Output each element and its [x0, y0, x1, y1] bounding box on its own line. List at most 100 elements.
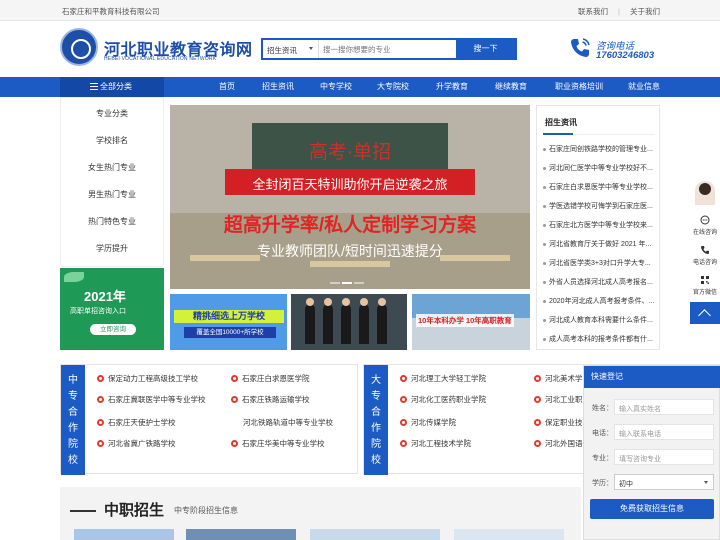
menu-icon [90, 83, 98, 90]
school-link[interactable]: 河北工业职 [534, 394, 583, 405]
school-photo[interactable] [454, 529, 564, 540]
news-item[interactable]: 外省人员选择河北成人高考报名... [543, 277, 657, 287]
bullet-icon [543, 337, 546, 341]
chat-icon [700, 215, 710, 225]
news-item[interactable]: 成人高考本科的报考条件都有什... [543, 334, 657, 344]
about-us-link[interactable]: 关于我们 [630, 7, 660, 16]
category-item[interactable]: 女生热门专业 [61, 162, 163, 173]
news-item[interactable]: 河北成人教育本科需要什么条件... [543, 315, 657, 325]
nav-item-colleges[interactable]: 大专院校 [371, 77, 415, 97]
student-head [378, 298, 386, 306]
school-link[interactable]: 石家庄白求恩医学院 [231, 373, 310, 384]
carousel-dot[interactable] [342, 282, 352, 284]
education-select[interactable]: 初中 [614, 474, 714, 490]
phone-field[interactable]: 输入联系电话 [614, 424, 714, 440]
news-panel-title: 招生资讯 [545, 118, 577, 127]
news-item[interactable]: 河北省医学类3+3对口升学大专... [543, 258, 657, 268]
school-name: 河北理工大学轻工学院 [411, 374, 486, 383]
school-link[interactable]: 河北省冀广铁路学校 [97, 438, 176, 449]
school-link[interactable]: 河北外国语 [534, 438, 583, 449]
search-button[interactable]: 搜一下 [456, 40, 515, 58]
school-name: 河北传媒学院 [411, 418, 456, 427]
submit-register-button[interactable]: 免费获取招生信息 [590, 499, 714, 519]
school-name: 河北省冀广铁路学校 [108, 439, 176, 448]
phone-number: 17603246803 [596, 50, 655, 61]
school-link[interactable]: 河北传媒学院 [400, 417, 456, 428]
news-item[interactable]: 2020年河北成人高考报考条件、... [543, 296, 657, 306]
category-item[interactable]: 学历提升 [61, 243, 163, 254]
news-item[interactable]: 石家庄同创铁路学校的管理专业... [543, 144, 657, 154]
promo-text: 高职单招咨询入口 [70, 308, 126, 315]
news-item[interactable]: 石家庄北方医学中等专业学校来... [543, 220, 657, 230]
category-item[interactable]: 专业分类 [61, 108, 163, 119]
nav-item-admissions[interactable]: 招生资讯 [256, 77, 300, 97]
phone-consult-button[interactable]: 电话咨询 [690, 245, 720, 266]
phone-field-label: 电话： [592, 430, 613, 437]
category-item[interactable]: 学校排名 [61, 135, 163, 146]
major-field[interactable]: 填写咨询专业 [614, 449, 714, 465]
school-link[interactable]: 石家庄铁路运输学校 [231, 394, 310, 405]
desk [310, 261, 390, 267]
online-consult-button[interactable]: 在线咨询 [690, 215, 720, 236]
flame-icon [400, 440, 407, 447]
all-categories-label: 全部分类 [100, 82, 132, 91]
back-to-top-button[interactable] [690, 302, 720, 324]
school-photo[interactable] [310, 529, 440, 540]
nav-item-further-education[interactable]: 升学教育 [430, 77, 474, 97]
promo-thumb-students[interactable] [291, 294, 407, 350]
nav-item-continuing-education[interactable]: 继续教育 [489, 77, 533, 97]
school-link[interactable]: 石家庄天使护士学校 [97, 417, 176, 428]
news-item-text: 河北同仁医学中等专业学校好不... [549, 165, 653, 172]
school-link[interactable]: 河北铁路轨道中等专业学校 [243, 417, 333, 428]
news-item-text: 河北成人教育本科需要什么条件... [549, 317, 653, 324]
news-item[interactable]: 河北同仁医学中等专业学校好不... [543, 163, 657, 173]
nav-item-secondary-schools[interactable]: 中专学校 [314, 77, 358, 97]
school-link[interactable]: 河北化工医药职业学院 [400, 394, 486, 405]
carousel-dot[interactable] [354, 282, 364, 284]
school-link[interactable]: 石家庄华美中等专业学校 [231, 438, 325, 449]
category-menu: 专业分类 学校排名 女生热门专业 男生热门专业 热门特色专业 学历提升 [60, 97, 164, 267]
tag-char: 合 [371, 407, 381, 418]
news-item[interactable]: 河北省教育厅关于做好 2021 年... [543, 239, 657, 249]
bullet-icon [543, 299, 546, 303]
news-title-underline [543, 133, 655, 135]
wechat-label: 官方微信 [692, 290, 717, 296]
school-photo[interactable] [186, 529, 296, 540]
logo-emblem[interactable] [60, 28, 98, 66]
promo-thumb-campus[interactable]: 10年本科办学 10年高职教育 [412, 294, 530, 350]
phone-icon [701, 246, 709, 254]
nav-item-home[interactable]: 首页 [212, 77, 242, 97]
wechat-button[interactable]: 官方微信 [690, 275, 720, 296]
news-item-text: 学医选错学校可悔学到石家庄医... [549, 203, 653, 210]
tag-char: 院 [371, 439, 381, 450]
bullet-icon [543, 147, 546, 151]
admissions-news-panel: 招生资讯 石家庄同创铁路学校的管理专业... 河北同仁医学中等专业学校好不...… [536, 105, 660, 350]
school-name: 石家庄白求恩医学院 [242, 374, 310, 383]
school-link[interactable]: 石家庄冀联医学中等专业学校 [97, 394, 206, 405]
consult-now-button[interactable]: 立即咨询 [90, 324, 136, 335]
carousel-dot[interactable] [330, 282, 340, 284]
school-link[interactable]: 河北美术学 [534, 373, 583, 384]
school-link[interactable]: 保定动力工程高级技工学校 [97, 373, 198, 384]
search-category-select[interactable]: 招生资讯 [263, 40, 319, 58]
news-item[interactable]: 学医选错学校可悔学到石家庄医... [543, 201, 657, 211]
student-head [342, 298, 350, 306]
promo-thumb-schools[interactable]: 精挑细选上万学校 覆盖全国10000+所学校 [170, 294, 287, 350]
category-item[interactable]: 热门特色专业 [61, 216, 163, 227]
hero-banner[interactable]: 高考·单招 全封闭百天特训助你开启逆袭之旅 超高升学率/私人定制学习方案 专业教… [170, 105, 530, 289]
category-item[interactable]: 男生热门专业 [61, 189, 163, 200]
nav-item-qualification-training[interactable]: 职业资格培训 [548, 77, 610, 97]
contact-us-link[interactable]: 联系我们 [578, 7, 608, 16]
news-item[interactable]: 石家庄白求恩医学中等专业学校... [543, 182, 657, 192]
consult-promo-banner[interactable]: 2021年 高职单招咨询入口 立即咨询 [60, 268, 164, 350]
school-photo[interactable] [74, 529, 174, 540]
school-link[interactable]: 河北工程技术学院 [400, 438, 471, 449]
school-link[interactable]: 保定职业技 [534, 417, 583, 428]
school-link[interactable]: 河北理工大学轻工学院 [400, 373, 486, 384]
tag-char: 专 [68, 391, 78, 402]
all-categories-button[interactable]: 全部分类 [60, 77, 164, 97]
divider: | [618, 7, 620, 16]
nav-item-employment[interactable]: 就业信息 [622, 77, 666, 97]
name-field[interactable]: 输入真实姓名 [614, 399, 714, 415]
search-input[interactable] [323, 41, 457, 57]
